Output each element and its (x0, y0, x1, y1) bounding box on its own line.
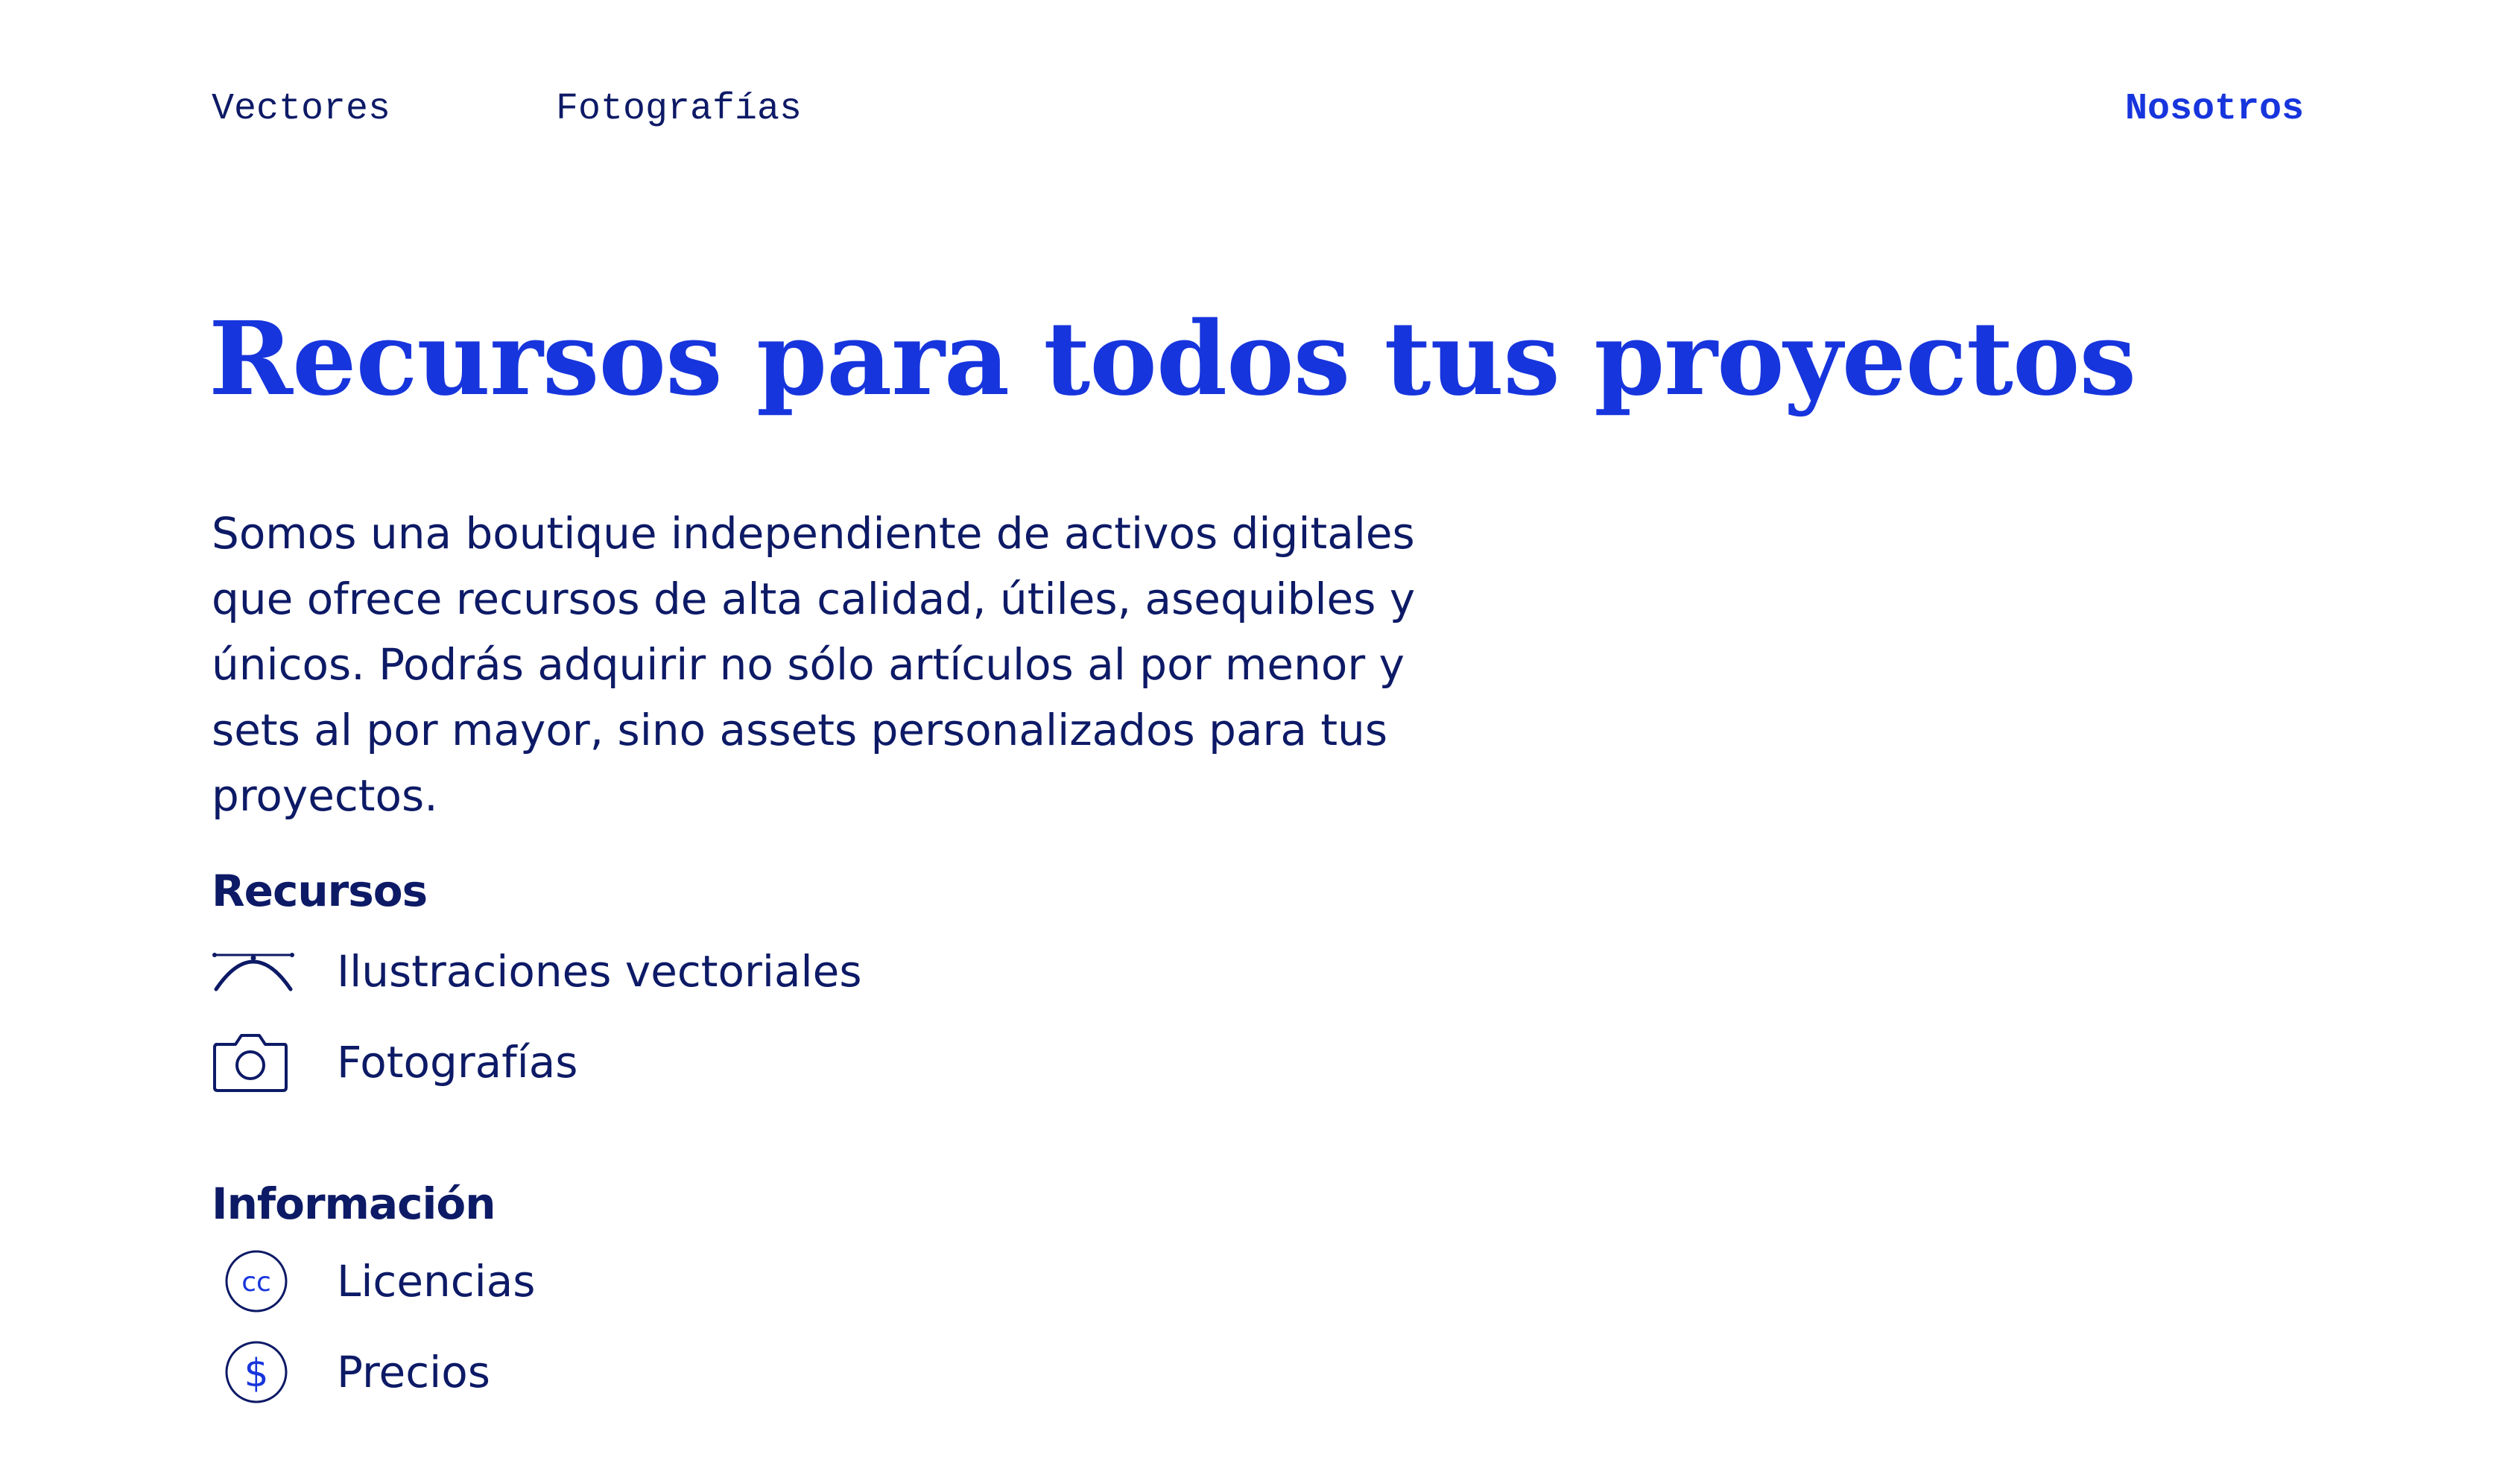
nav-link-nosotros[interactable]: Nosotros (2125, 83, 2304, 136)
nav-link-vectores[interactable]: Vectores (212, 83, 390, 136)
svg-text:cc: cc (241, 1267, 271, 1298)
dollar-icon: $ (212, 1335, 301, 1409)
intro-paragraph: Somos una boutique independiente de acti… (212, 508, 1416, 821)
top-nav: Vectores Fotografías Nosotros (212, 83, 2304, 136)
bezier-curve-icon (212, 934, 301, 1009)
link-precios[interactable]: $ Precios (212, 1335, 490, 1409)
list-item-label: Fotografías (337, 1037, 578, 1088)
link-fotografias[interactable]: Fotografías (212, 1025, 578, 1099)
camera-icon (212, 1025, 301, 1099)
list-item-label: Licencias (337, 1256, 536, 1307)
svg-text:$: $ (244, 1351, 268, 1396)
list-item-label: Precios (337, 1347, 490, 1397)
section-title-recursos: Recursos (212, 866, 428, 916)
section-title-informacion: Información (212, 1178, 496, 1229)
list-item-label: Ilustraciones vectoriales (337, 946, 862, 997)
creative-commons-icon: cc (212, 1244, 301, 1318)
link-ilustraciones-vectoriales[interactable]: Ilustraciones vectoriales (212, 934, 862, 1009)
link-licencias[interactable]: cc Licencias (212, 1244, 536, 1318)
page-title: Recursos para todos tus proyectos (209, 299, 2136, 419)
nav-link-fotografias[interactable]: Fotografías (556, 83, 802, 136)
